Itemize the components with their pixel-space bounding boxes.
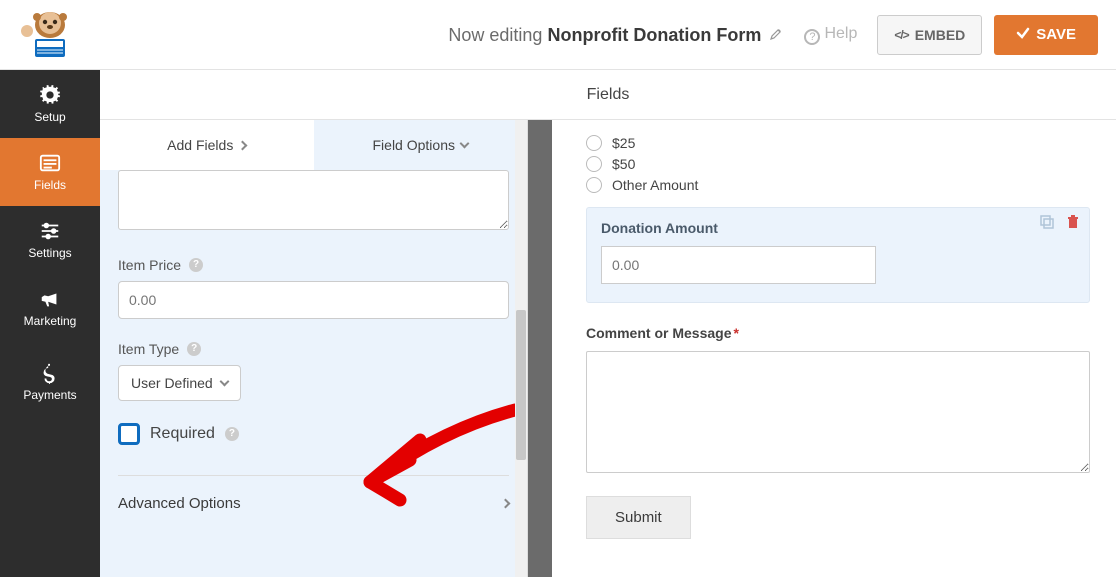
help-icon: ? [804,29,820,45]
donation-amount-label: Donation Amount [601,220,1075,236]
sidebar-item-label: Settings [28,246,71,260]
chevron-down-icon [219,377,229,387]
preview-pane: $25 $50 Other Amount Donation Amount [552,120,1116,577]
sidebar-item-setup[interactable]: Setup [0,70,100,138]
pane-divider[interactable] [528,120,552,577]
pencil-icon[interactable] [770,24,782,45]
sidebar-item-label: Payments [23,388,76,402]
bullhorn-icon [39,288,61,310]
advanced-options-label: Advanced Options [118,495,241,512]
required-label: Required [150,425,215,443]
chevron-right-icon [501,499,511,509]
radio-option[interactable]: Other Amount [586,177,1090,193]
sliders-icon [39,220,61,242]
logo [0,0,100,70]
tabs: Add Fields Field Options [100,120,527,170]
radio-label: Other Amount [612,177,698,193]
radio-icon [586,177,602,193]
donation-amount-input[interactable] [601,246,876,284]
help-label: Help [824,25,857,42]
required-checkbox[interactable] [118,423,140,445]
submit-button[interactable]: Submit [586,496,691,539]
donation-amount-field[interactable]: Donation Amount [586,207,1090,303]
chevron-down-icon [460,139,470,149]
radio-option[interactable]: $50 [586,156,1090,172]
trash-icon[interactable] [1065,214,1081,230]
comment-label: Comment or Message* [586,325,1090,341]
sidebar-item-payments[interactable]: Payments [0,342,100,422]
scrollbar[interactable] [515,120,527,577]
help-icon[interactable]: ? [187,342,201,356]
embed-button[interactable]: </> EMBED [877,15,982,55]
main: Setup Fields Settings Marketing Payments… [0,70,1116,577]
radio-icon [586,135,602,151]
help-icon[interactable]: ? [225,427,239,441]
radio-option[interactable]: $25 [586,135,1090,151]
check-icon [1016,26,1030,44]
chevron-right-icon [238,140,248,150]
options-pane: Add Fields Field Options Item Price ? [100,120,528,577]
content-header: Fields [100,70,1116,120]
content-body: Add Fields Field Options Item Price ? [100,120,1116,577]
dollar-icon [39,362,61,384]
form-icon [39,152,61,174]
help-link[interactable]: ?Help [790,25,871,45]
save-button[interactable]: SAVE [994,15,1098,55]
tab-field-options[interactable]: Field Options [314,120,528,170]
options-scroll[interactable]: Item Price ? Item Type ? User Defined [100,170,527,577]
sidebar-item-fields[interactable]: Fields [0,138,100,206]
comment-textarea[interactable] [586,351,1090,473]
sidebar-item-label: Marketing [24,314,77,328]
form-name[interactable]: Nonprofit Donation Form [547,25,761,45]
sidebar-item-label: Fields [34,178,66,192]
embed-icon: </> [894,28,908,42]
editing-prefix: Now editing [448,25,542,45]
sidebar-item-label: Setup [34,110,65,124]
tab-add-fields[interactable]: Add Fields [100,120,314,170]
title-area: Now editing Nonprofit Donation Form [100,24,790,46]
required-asterisk: * [733,325,738,341]
embed-label: EMBED [915,27,966,43]
item-type-label: Item Type [118,341,179,357]
duplicate-icon[interactable] [1039,214,1055,230]
select-value: User Defined [131,375,213,391]
description-textarea[interactable] [118,170,509,230]
radio-label: $25 [612,135,635,151]
sidebar: Setup Fields Settings Marketing Payments [0,70,100,577]
tab-label: Add Fields [167,137,233,153]
item-price-input[interactable] [118,281,509,319]
save-label: SAVE [1036,26,1076,43]
item-price-label: Item Price [118,257,181,273]
help-icon[interactable]: ? [189,258,203,272]
item-type-select[interactable]: User Defined [118,365,241,401]
app-header: Now editing Nonprofit Donation Form ?Hel… [0,0,1116,70]
content: Fields Add Fields Field Options [100,70,1116,577]
gear-icon [39,84,61,106]
scroll-thumb[interactable] [516,310,526,460]
tab-label: Field Options [373,137,455,153]
radio-label: $50 [612,156,635,172]
advanced-options-row[interactable]: Advanced Options [118,475,509,531]
sidebar-item-settings[interactable]: Settings [0,206,100,274]
sidebar-item-marketing[interactable]: Marketing [0,274,100,342]
radio-icon [586,156,602,172]
